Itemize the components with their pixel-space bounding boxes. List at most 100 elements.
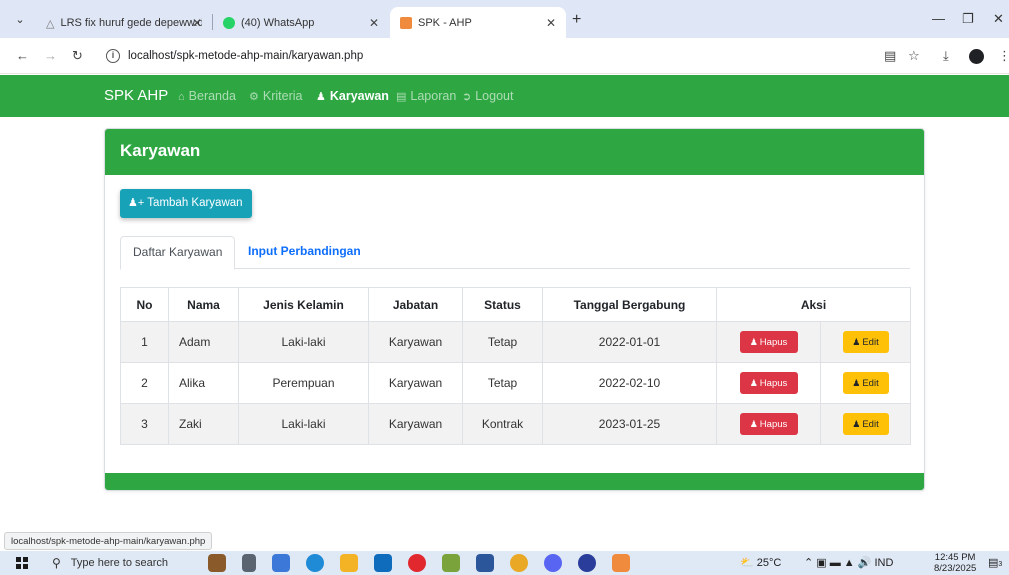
url-field[interactable]: i localhost/spk-metode-ahp-main/karyawan…: [98, 44, 868, 68]
cell-no: 3: [120, 403, 169, 445]
cell-jabatan: Karyawan: [368, 403, 463, 445]
user-minus-icon: ♟: [749, 419, 758, 429]
card-footer: [105, 473, 924, 490]
bookmark-star-icon[interactable]: ☆: [908, 48, 920, 64]
cogs-icon: ⚙: [249, 91, 259, 103]
edit-button[interactable]: ♟ Edit: [842, 331, 889, 353]
notification-icon[interactable]: ▤3: [988, 555, 1002, 573]
edit-label: Edit: [862, 378, 879, 389]
browser-tab-2[interactable]: (40) WhatsApp ✕: [213, 7, 389, 38]
user-plus-icon: ♟+: [128, 197, 145, 209]
app-navbar: SPK AHP ⌂ Beranda ⚙ Kriteria ♟ Karyawan ▤ La…: [0, 75, 1009, 117]
taskbar-clock[interactable]: 12:45 PM 8/23/2025: [934, 552, 976, 574]
cell-status: Kontrak: [462, 403, 543, 445]
col-header-status: Status: [462, 287, 543, 322]
nav-item-beranda[interactable]: ⌂ Beranda: [178, 89, 236, 103]
menu-kebab-icon[interactable]: ⋮: [998, 48, 1009, 64]
cell-nama: Adam: [168, 321, 239, 363]
copilot-icon[interactable]: [272, 554, 290, 572]
edge-icon[interactable]: [306, 554, 324, 572]
site-info-icon[interactable]: i: [106, 49, 120, 63]
windows-start-icon[interactable]: [16, 557, 28, 569]
logout-icon: ➲: [462, 91, 472, 103]
file-explorer-icon[interactable]: [340, 554, 358, 572]
close-tab-icon[interactable]: ✕: [546, 16, 556, 30]
taskbar-search[interactable]: ⚲ Type here to search: [44, 552, 200, 574]
notification-count: 3: [998, 561, 1003, 568]
system-tray[interactable]: ⌃ ▣ ▬ ▲ 🔊 IND: [804, 555, 893, 571]
back-icon[interactable]: ←: [16, 49, 29, 63]
search-placeholder: Type here to search: [70, 557, 169, 569]
tab-input-perbandingan[interactable]: Input Perbandingan: [236, 236, 373, 270]
url-text: localhost/spk-metode-ahp-main/karyawan.p…: [128, 50, 364, 62]
nav-item-kriteria[interactable]: ⚙ Kriteria: [249, 89, 302, 103]
cell-hapus: ♟ Hapus: [716, 362, 821, 404]
translate-icon[interactable]: ▤: [884, 48, 896, 64]
edit-button[interactable]: ♟ Edit: [842, 413, 889, 435]
word-icon[interactable]: [476, 554, 494, 572]
search-icon: ⚲: [52, 556, 61, 570]
col-header-jabatan: Jabatan: [368, 287, 463, 322]
hapus-button[interactable]: ♟ Hapus: [739, 331, 798, 353]
restore-icon[interactable]: ❐: [962, 12, 974, 26]
weather-temp: 25°C: [756, 557, 782, 569]
cell-jabatan: Karyawan: [368, 362, 463, 404]
cell-no: 1: [120, 321, 169, 363]
users-icon: ♟: [316, 91, 326, 103]
add-karyawan-button[interactable]: ♟+ Tambah Karyawan: [120, 189, 252, 218]
nav-item-laporan[interactable]: ▤ Laporan: [396, 89, 456, 103]
status-bar-url: localhost/spk-metode-ahp-main/karyawan.p…: [4, 532, 213, 550]
task-view-icon[interactable]: [242, 554, 256, 572]
close-window-icon[interactable]: ✕: [993, 12, 1004, 26]
chevron-up-icon: ⌃: [804, 557, 814, 569]
forward-icon[interactable]: →: [44, 49, 57, 63]
clock-date: 8/23/2025: [934, 563, 977, 574]
app-icon[interactable]: [578, 554, 596, 572]
tab-search-chevron-icon[interactable]: ⌄: [10, 10, 30, 30]
close-tab-icon[interactable]: ✕: [192, 16, 202, 30]
nav-item-karyawan[interactable]: ♟ Karyawan: [316, 89, 389, 103]
tab-daftar-karyawan[interactable]: Daftar Karyawan: [120, 236, 236, 270]
taskbar-apps: [208, 553, 646, 573]
edit-button[interactable]: ♟ Edit: [842, 372, 889, 394]
download-icon[interactable]: ⤓: [943, 48, 949, 64]
user-edit-icon: ♟: [852, 378, 861, 388]
home-icon: ⌂: [178, 91, 185, 103]
reload-icon[interactable]: ↻: [72, 49, 83, 63]
xampp-taskbar-icon[interactable]: [612, 554, 630, 572]
xampp-icon: [400, 16, 412, 29]
game-app-icon[interactable]: [208, 554, 226, 572]
clock-time: 12:45 PM: [934, 552, 976, 563]
drive-icon: △: [46, 17, 55, 30]
browser-tab-title: LRS fix huruf gede depeww.dra: [60, 16, 202, 29]
navbar-brand[interactable]: SPK AHP: [104, 87, 168, 104]
card-header: Karyawan: [105, 129, 924, 175]
cell-hapus: ♟ Hapus: [716, 403, 821, 445]
close-tab-icon[interactable]: ✕: [369, 16, 379, 30]
col-header-nama: Nama: [168, 287, 239, 322]
chrome-icon[interactable]: [510, 554, 528, 572]
hapus-button[interactable]: ♟ Hapus: [739, 372, 798, 394]
minimize-icon[interactable]: —: [932, 12, 945, 26]
col-header-no: No: [120, 287, 169, 322]
new-tab-icon[interactable]: +: [572, 12, 581, 28]
hapus-label: Hapus: [759, 378, 788, 389]
profile-avatar[interactable]: [969, 49, 984, 64]
discord-icon[interactable]: [544, 554, 562, 572]
browser-tab-1[interactable]: △ LRS fix huruf gede depeww.dra ✕: [36, 7, 212, 38]
cell-jenis-kelamin: Perempuan: [238, 362, 369, 404]
nav-item-logout[interactable]: ➲ Logout: [462, 89, 513, 103]
windows-taskbar: ⚲ Type here to search ⛅ 25°C ⌃ ▣ ▬ ▲ 🔊 I…: [0, 551, 1009, 575]
weather-icon: ⛅: [740, 557, 754, 569]
weather-widget[interactable]: ⛅ 25°C: [740, 555, 781, 571]
outlook-icon[interactable]: [374, 554, 392, 572]
add-button-label: Tambah Karyawan: [147, 197, 243, 209]
hapus-button[interactable]: ♟ Hapus: [739, 413, 798, 435]
browser-tab-3-active[interactable]: SPK - AHP ✕: [390, 7, 566, 38]
language-indicator[interactable]: IND: [875, 557, 894, 569]
cell-hapus: ♟ Hapus: [716, 321, 821, 363]
opera-icon[interactable]: [408, 554, 426, 572]
user-minus-icon: ♟: [749, 337, 758, 347]
editor-app-icon[interactable]: [442, 554, 460, 572]
col-header-tanggal-bergabung: Tanggal Bergabung: [542, 287, 717, 322]
